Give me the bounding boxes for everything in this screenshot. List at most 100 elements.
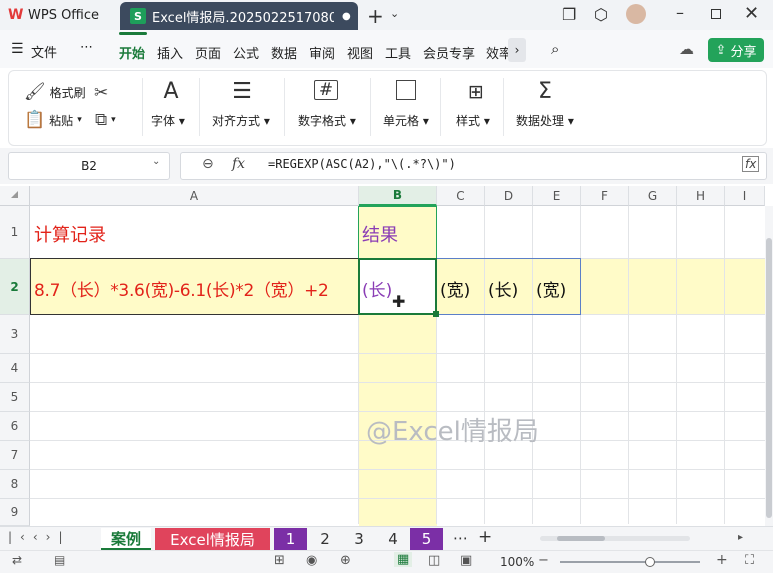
page-layout-icon[interactable]: ◫ <box>428 553 440 568</box>
row-header-9[interactable]: 9 <box>0 499 30 526</box>
number-format-group-button[interactable]: # <box>306 80 346 100</box>
cells-group-button[interactable] <box>386 80 426 100</box>
grid-view-icon[interactable]: ⊞ <box>274 553 285 568</box>
sheet-view-icon[interactable]: ▤ <box>54 553 65 567</box>
document-tab[interactable]: S Excel情报局.202502251708001 ● <box>120 2 358 30</box>
column-header-h[interactable]: H <box>677 186 725 206</box>
maximize-icon[interactable] <box>711 9 721 19</box>
styles-label[interactable]: 样式 ▾ <box>456 112 490 129</box>
menu-scroll-right-icon[interactable]: › <box>508 38 526 62</box>
sheet-tab-5[interactable]: 5 <box>410 528 443 550</box>
font-label[interactable]: 字体 ▾ <box>151 112 185 129</box>
menu-file[interactable]: 文件 <box>31 42 57 61</box>
fullscreen-icon[interactable]: ⛶ <box>745 553 754 568</box>
row-header-8[interactable]: 8 <box>0 470 30 499</box>
alignment-label[interactable]: 对齐方式 ▾ <box>212 112 270 129</box>
menu-review[interactable]: 审阅 <box>309 43 335 62</box>
zoom-slider-thumb[interactable] <box>645 557 655 567</box>
home-tab[interactable]: W WPS Office <box>8 3 99 27</box>
sheet-tab-case[interactable]: 案例 <box>101 528 151 550</box>
row-header-5[interactable]: 5 <box>0 383 30 412</box>
hamburger-icon[interactable]: ☰ <box>11 41 24 57</box>
cell-b1[interactable]: 结果 <box>362 221 398 247</box>
cube-icon[interactable]: ⬡ <box>594 5 608 24</box>
menu-view[interactable]: 视图 <box>347 43 373 62</box>
row-header-4[interactable]: 4 <box>0 354 30 383</box>
page-break-icon[interactable]: ▣ <box>460 553 472 568</box>
format-painter-button[interactable]: 🖌 格式刷 <box>24 83 86 101</box>
tab-list-chevron-icon[interactable]: ⌄ <box>390 7 399 20</box>
number-format-label[interactable]: 数字格式 ▾ <box>298 112 356 129</box>
new-tab-button[interactable]: + <box>367 4 384 28</box>
sheet-tab-3[interactable]: 3 <box>344 528 374 550</box>
minimize-icon[interactable]: – <box>676 3 684 22</box>
zoom-level[interactable]: 100% <box>500 555 534 569</box>
cell-e2[interactable]: (宽) <box>536 276 566 301</box>
search-icon[interactable]: ⌕ <box>551 40 559 58</box>
paste-button[interactable]: 📋 粘贴 ▾ <box>24 111 82 129</box>
row-header-1[interactable]: 1 <box>0 206 30 259</box>
zoom-slider[interactable] <box>560 561 700 563</box>
menu-efficiency[interactable]: 效率 <box>486 43 508 62</box>
sheet-more-button[interactable]: ⋯ <box>453 529 468 547</box>
menu-member[interactable]: 会员专享 <box>423 43 475 62</box>
column-header-f[interactable]: F <box>581 186 629 206</box>
eye-protection-icon[interactable]: ◉ <box>306 553 317 568</box>
data-processing-group-button[interactable]: Σ <box>525 80 565 104</box>
add-sheet-button[interactable]: + <box>478 527 492 547</box>
copy-button[interactable]: ⧉ ▾ <box>95 111 116 129</box>
cell-b2[interactable]: (长) <box>362 276 392 301</box>
sheet-tab-excel[interactable]: Excel情报局 <box>155 528 270 550</box>
name-box-dropdown-icon[interactable]: ⌄ <box>152 156 160 167</box>
column-header-c[interactable]: C <box>437 186 485 206</box>
column-header-d[interactable]: D <box>485 186 533 206</box>
vertical-scroll-thumb[interactable] <box>766 238 772 518</box>
name-box[interactable]: B2 <box>8 152 170 180</box>
formula-text[interactable]: =REGEXP(ASC(A2),"\(.*?\)") <box>268 157 456 171</box>
fill-handle[interactable] <box>433 311 439 317</box>
sheet-nav-icons[interactable]: |‹‹›| <box>8 530 70 544</box>
close-icon[interactable]: ✕ <box>744 3 759 24</box>
column-header-a[interactable]: A <box>30 186 359 206</box>
sheet-tab-2[interactable]: 2 <box>310 528 340 550</box>
cell-d2[interactable]: (长) <box>488 276 518 301</box>
styles-group-button[interactable]: ⊞ <box>456 80 496 104</box>
data-processing-label[interactable]: 数据处理 ▾ <box>516 112 574 129</box>
cut-icon[interactable]: ✂ <box>94 84 108 102</box>
scroll-right-icon[interactable]: ▸ <box>738 532 743 543</box>
column-header-g[interactable]: G <box>629 186 677 206</box>
font-group-button[interactable]: A <box>151 80 191 104</box>
sheet-tab-1[interactable]: 1 <box>274 528 307 550</box>
sheet-tab-4[interactable]: 4 <box>378 528 408 550</box>
column-header-e[interactable]: E <box>533 186 581 206</box>
menu-page[interactable]: 页面 <box>195 43 221 62</box>
menu-formulas[interactable]: 公式 <box>233 43 259 62</box>
column-header-b[interactable]: B <box>359 186 437 206</box>
locate-icon[interactable]: ⊕ <box>340 553 351 568</box>
cell-c2[interactable]: (宽) <box>440 276 470 301</box>
zoom-search-icon[interactable]: ⊖ <box>202 156 214 172</box>
menu-tools[interactable]: 工具 <box>385 43 411 62</box>
menu-home[interactable]: 开始 <box>119 43 145 62</box>
cells-label[interactable]: 单元格 ▾ <box>383 112 429 129</box>
cell-a1[interactable]: 计算记录 <box>34 221 106 247</box>
unsaved-dot-icon[interactable]: ● <box>342 11 351 22</box>
macro-icon[interactable]: ⇄ <box>12 553 22 567</box>
row-header-7[interactable]: 7 <box>0 441 30 470</box>
insert-function-fx[interactable]: fx <box>232 156 245 172</box>
row-header-3[interactable]: 3 <box>0 315 30 354</box>
window-restore-icon[interactable]: ❐ <box>562 5 576 24</box>
zoom-in-icon[interactable]: + <box>716 552 728 568</box>
expand-formula-icon[interactable]: fx <box>742 156 760 172</box>
alignment-group-button[interactable]: ☰ <box>222 80 262 104</box>
menu-insert[interactable]: 插入 <box>157 43 183 62</box>
row-header-6[interactable]: 6 <box>0 412 30 441</box>
avatar[interactable] <box>626 4 646 24</box>
share-button[interactable]: ⇪ 分享 <box>708 38 764 62</box>
row-header-2[interactable]: 2 <box>0 259 30 315</box>
menu-data[interactable]: 数据 <box>271 43 297 62</box>
cell-a2[interactable]: 8.7（长）*3.6(宽)-6.1(长)*2（宽）+2 <box>34 276 329 301</box>
zoom-out-icon[interactable]: − <box>538 553 549 568</box>
horizontal-scroll-thumb[interactable] <box>557 536 605 541</box>
menu-more[interactable]: ⋯ <box>80 40 93 55</box>
